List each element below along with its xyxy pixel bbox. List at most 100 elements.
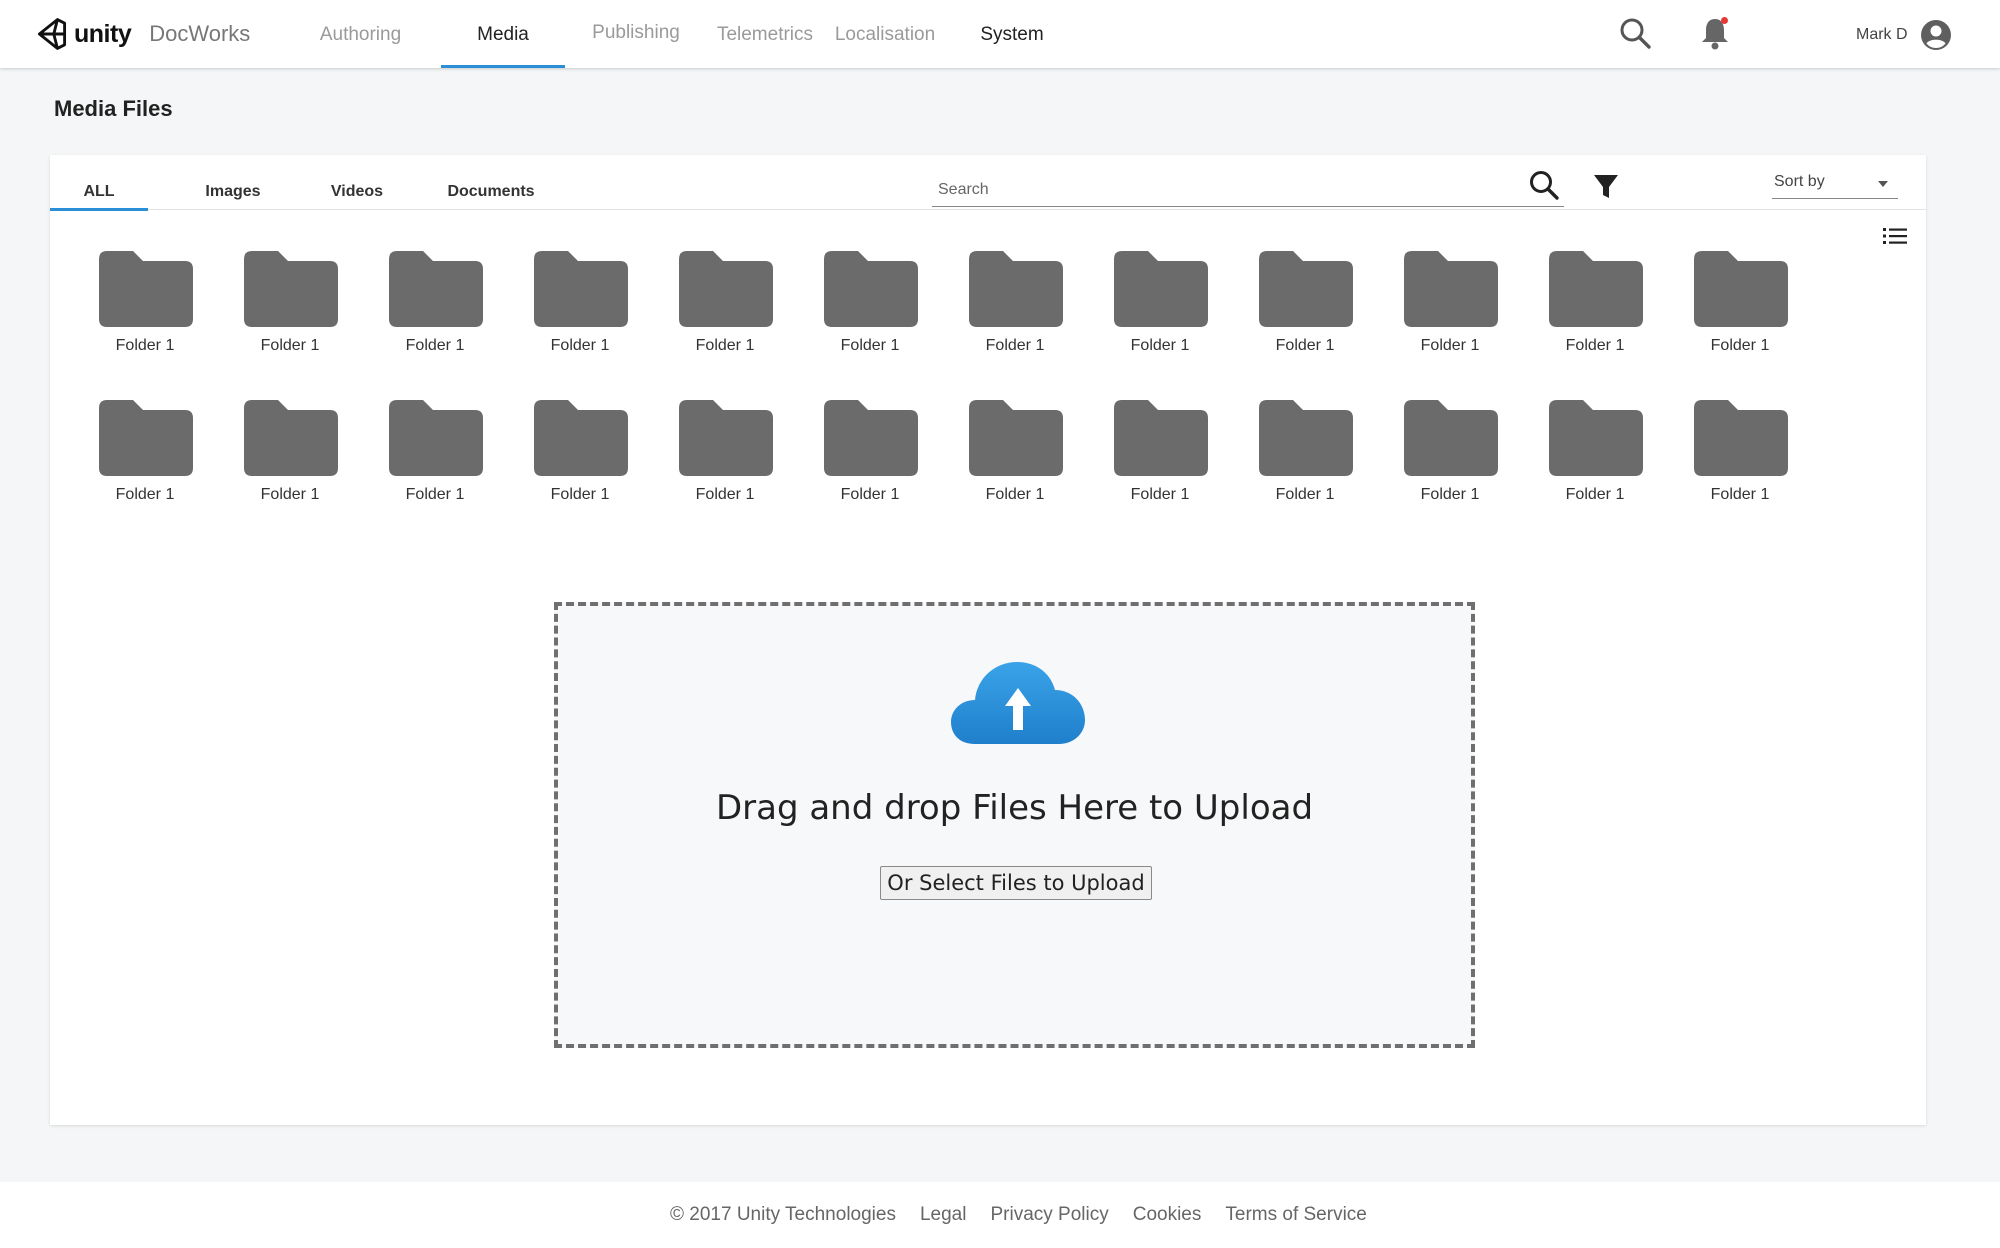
nav-telemetrics[interactable]: Telemetrics — [707, 0, 823, 68]
folder-name: Folder 1 — [695, 337, 755, 354]
folder-name: Folder 1 — [695, 486, 755, 503]
folder-icon — [969, 400, 1063, 476]
media-filter-tabs: ALL Images Videos Documents Search Sort … — [50, 155, 1926, 211]
unity-docworks-logo[interactable]: unity DocWorks — [34, 14, 250, 54]
tab-images[interactable]: Images — [188, 183, 278, 210]
user-menu[interactable]: Mark D — [1856, 18, 1952, 52]
footer-link-privacy-policy[interactable]: Privacy Policy — [990, 1204, 1108, 1226]
footer-link-legal[interactable]: Legal — [920, 1204, 967, 1226]
folder-name: Folder 1 — [260, 486, 320, 503]
search-input[interactable] — [938, 179, 1498, 201]
media-search-field — [932, 169, 1564, 207]
folder-item[interactable]: Folder 1 — [670, 247, 780, 357]
nav-authoring[interactable]: Authoring — [300, 0, 421, 68]
folder-item[interactable]: Folder 1 — [1250, 396, 1360, 506]
sort-dropdown[interactable]: Sort by — [1772, 167, 1898, 199]
folder-item[interactable]: Folder 1 — [1395, 396, 1505, 506]
product-name: DocWorks — [149, 21, 251, 46]
folder-item[interactable]: Folder 1 — [525, 396, 635, 506]
folder-item[interactable]: Folder 1 — [1395, 247, 1505, 357]
nav-label: Authoring — [319, 24, 402, 45]
folder-item[interactable]: Folder 1 — [960, 396, 1070, 506]
footer: © 2017 Unity Technologies Legal Privacy … — [0, 1182, 2000, 1248]
folder-icon — [1114, 400, 1208, 476]
folder-item[interactable]: Folder 1 — [1250, 247, 1360, 357]
folder-icon — [679, 400, 773, 476]
list-view-toggle-icon[interactable] — [1882, 225, 1908, 247]
folder-item[interactable]: Folder 1 — [525, 247, 635, 357]
folder-icon — [389, 400, 483, 476]
footer-links: © 2017 Unity Technologies Legal Privacy … — [670, 1204, 1391, 1226]
folder-item[interactable]: Folder 1 — [380, 247, 490, 357]
folder-name: Folder 1 — [1565, 337, 1625, 354]
nav-label: Publishing — [592, 22, 680, 43]
folder-icon — [1549, 251, 1643, 327]
folder-name: Folder 1 — [985, 337, 1045, 354]
notifications-bell-icon[interactable] — [1698, 15, 1732, 51]
folder-name: Folder 1 — [840, 486, 900, 503]
filter-icon[interactable] — [1591, 169, 1621, 203]
folder-item[interactable]: Folder 1 — [235, 247, 345, 357]
folder-icon — [1404, 251, 1498, 327]
user-name: Mark D — [1856, 26, 1908, 43]
folder-item[interactable]: Folder 1 — [1105, 396, 1215, 506]
nav-system[interactable]: System — [967, 0, 1057, 68]
folder-item[interactable]: Folder 1 — [1685, 247, 1795, 357]
folder-item[interactable]: Folder 1 — [90, 247, 200, 357]
folder-item[interactable]: Folder 1 — [960, 247, 1070, 357]
notification-badge — [1721, 17, 1728, 24]
folder-name: Folder 1 — [1565, 486, 1625, 503]
search-icon[interactable] — [1528, 169, 1562, 203]
folder-name: Folder 1 — [1130, 337, 1190, 354]
folder-item[interactable]: Folder 1 — [670, 396, 780, 506]
folder-name: Folder 1 — [1275, 486, 1335, 503]
folder-name: Folder 1 — [1710, 486, 1770, 503]
folder-item[interactable]: Folder 1 — [1540, 396, 1650, 506]
nav-localisation[interactable]: Localisation — [823, 0, 947, 68]
folder-name: Folder 1 — [1130, 486, 1190, 503]
folder-icon — [824, 400, 918, 476]
footer-link-terms-of-service[interactable]: Terms of Service — [1225, 1204, 1366, 1226]
folder-name: Folder 1 — [405, 337, 465, 354]
folder-item[interactable]: Folder 1 — [1540, 247, 1650, 357]
unity-logo-icon — [37, 18, 67, 50]
folder-name: Folder 1 — [840, 337, 900, 354]
nav-label: Telemetrics — [716, 24, 814, 45]
tab-all[interactable]: ALL — [50, 183, 148, 211]
tab-label: Documents — [447, 183, 535, 200]
chevron-down-icon — [1878, 181, 1888, 187]
folder-icon — [389, 251, 483, 327]
folder-item[interactable]: Folder 1 — [380, 396, 490, 506]
copyright-text: © 2017 Unity Technologies — [670, 1204, 896, 1225]
folder-item[interactable]: Folder 1 — [1105, 247, 1215, 357]
folder-icon — [99, 251, 193, 327]
folder-name: Folder 1 — [115, 486, 175, 503]
nav-publishing[interactable]: Publishing — [581, 0, 691, 68]
nav-label: Localisation — [834, 24, 936, 45]
folder-item[interactable]: Folder 1 — [90, 396, 200, 506]
global-search-icon[interactable] — [1618, 16, 1652, 50]
upload-drop-zone[interactable]: Drag and drop Files Here to Upload Or Se… — [554, 602, 1475, 1048]
footer-link-cookies[interactable]: Cookies — [1133, 1204, 1202, 1226]
folder-icon — [824, 251, 918, 327]
folder-icon — [1694, 251, 1788, 327]
tab-videos[interactable]: Videos — [314, 183, 400, 210]
folder-item[interactable]: Folder 1 — [815, 396, 925, 506]
folder-name: Folder 1 — [550, 486, 610, 503]
nav-media[interactable]: Media — [441, 0, 565, 68]
folder-item[interactable]: Folder 1 — [235, 396, 345, 506]
main-nav: Authoring Media Publishing Telemetrics L… — [300, 0, 1057, 68]
tab-documents[interactable]: Documents — [440, 183, 542, 210]
nav-label: Media — [477, 24, 529, 45]
user-avatar-icon — [1920, 20, 1951, 50]
select-files-button[interactable]: Or Select Files to Upload — [880, 866, 1152, 900]
cloud-upload-icon — [949, 658, 1087, 748]
folder-icon — [1259, 251, 1353, 327]
folder-name: Folder 1 — [550, 337, 610, 354]
folder-name: Folder 1 — [985, 486, 1045, 503]
folder-item[interactable]: Folder 1 — [815, 247, 925, 357]
active-tab-indicator — [50, 208, 148, 211]
folder-icon — [534, 400, 628, 476]
folder-icon — [99, 400, 193, 476]
folder-item[interactable]: Folder 1 — [1685, 396, 1795, 506]
